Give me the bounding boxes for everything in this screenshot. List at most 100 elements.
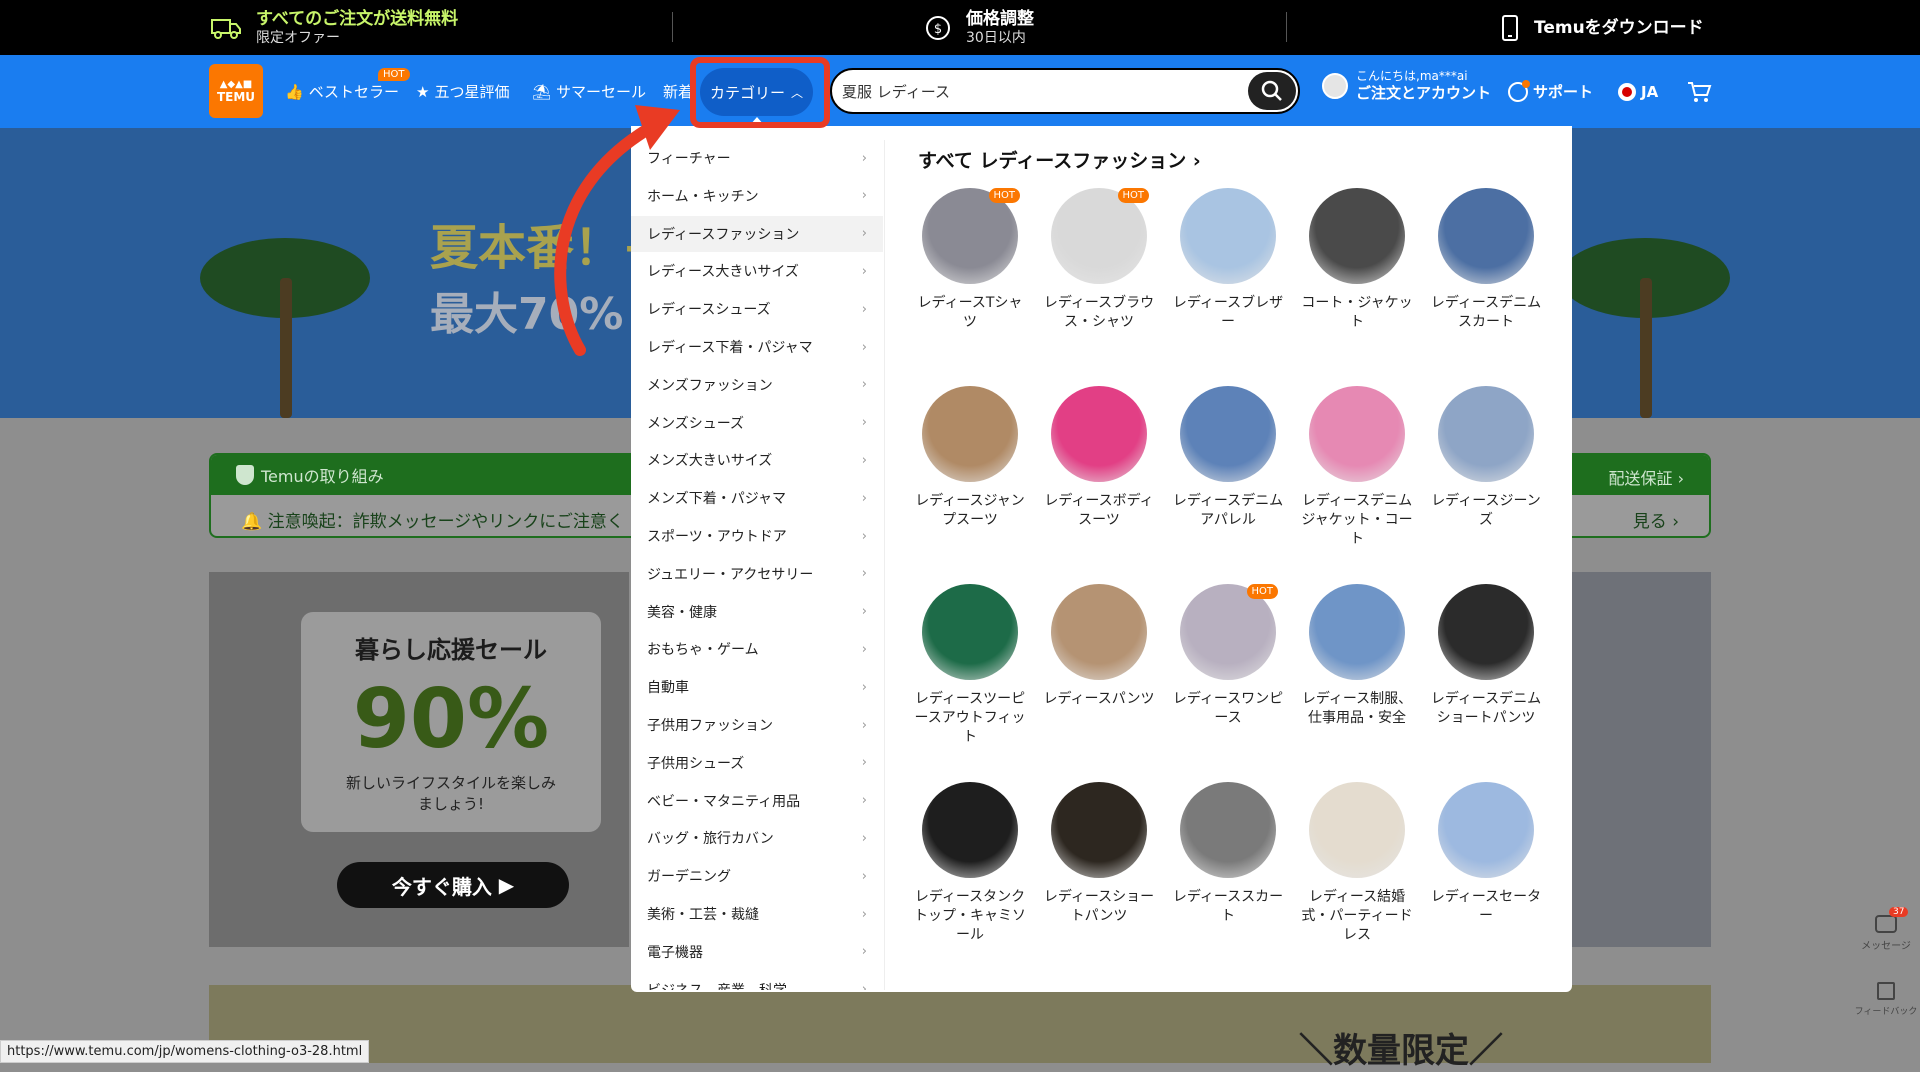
product-image [1051,584,1147,680]
buy-now-label: 今すぐ購入 [391,874,492,899]
category-item[interactable]: バッグ・旅行カバン › [631,820,883,856]
buy-now-button[interactable]: 今すぐ購入 ▶ [337,862,569,908]
subcategory-tile[interactable]: レディースツーピースアウトフィット [911,584,1029,747]
subcategory-panel: すべて レディースファッション › HOT レディースTシャツ HOT レディースブラ… [891,126,1571,992]
bottom-promo-strip[interactable]: ＼数量限定／ [209,985,1711,1071]
subcategory-tile[interactable]: レディースデニムジャケット・コート [1298,386,1416,549]
commitment-title: Temuの取り組み [261,467,384,486]
search-input[interactable] [842,70,1242,112]
category-item-label: 電子機器 [647,944,703,961]
shipping-subtitle: 限定オファー [256,29,340,46]
category-item[interactable]: 美術・工芸・裁縫 › [631,896,883,932]
category-item[interactable]: おもちゃ・ゲーム › [631,631,883,667]
subcategory-tile[interactable]: HOT レディースワンピース [1169,584,1287,728]
nav-bestseller[interactable]: 👍 ベストセラー HOT [285,55,410,128]
shipping-guarantee-label: 配送保証 [1608,469,1673,488]
product-image [1309,188,1405,284]
star-icon: ★ [416,82,430,101]
subcategory-tile[interactable]: レディースジャンプスーツ [911,386,1029,530]
chevron-right-icon: › [861,226,867,242]
subcategory-tile[interactable]: コート・ジャケット [1298,188,1416,332]
divider [1286,12,1287,42]
product-image [1309,584,1405,680]
category-item[interactable]: メンズ大きいサイズ › [631,442,883,478]
nav-new-label: 新着 [663,83,693,101]
price-adjust-title: 価格調整 [966,8,1034,29]
subcategory-tile[interactable]: レディースブレザー [1169,188,1287,332]
subcategory-tile[interactable]: レディーススカート [1169,782,1287,926]
category-item[interactable]: ビジネス、産業、科学 › [631,972,883,990]
right-promo-image[interactable] [1570,572,1711,947]
subcategory-label: レディースセーター [1430,889,1542,924]
chevron-right-icon: › [861,944,867,960]
messages-label: メッセージ [1861,941,1911,952]
subcategory-tile[interactable]: レディースセーター [1427,782,1545,926]
category-item[interactable]: ベビー・マタニティ用品 › [631,783,883,819]
category-item[interactable]: ガーデニング › [631,858,883,894]
sale-promo-card[interactable]: 暮らし応援セール 90% 新しいライフスタイルを楽しみましょう! 今すぐ購入 ▶ [209,572,629,947]
chevron-right-icon: › [861,641,867,657]
chevron-right-icon: › [861,679,867,695]
subcategory-tile[interactable]: HOT レディースTシャツ [911,188,1029,332]
category-item[interactable]: メンズファッション › [631,367,883,403]
subcategory-tile[interactable]: レディースジーンズ [1427,386,1545,530]
subcategory-tile[interactable]: レディースデニムスカート [1427,188,1545,332]
subcategory-label: レディース結婚式・パーティードレス [1301,889,1413,943]
feedback-label: フィードバック [1854,1007,1918,1017]
chevron-right-icon: › [861,566,867,582]
category-item[interactable]: 自動車 › [631,669,883,705]
subcategory-tile[interactable]: レディースボディスーツ [1040,386,1158,530]
chevron-right-icon: › [861,868,867,884]
chevron-right-icon: › [861,415,867,431]
all-category-title: すべて レディースファッション [918,150,1187,172]
nav-five-star[interactable]: ★ 五つ星評価 [416,55,509,128]
subcategory-label: レディースジャンプスーツ [915,493,1025,528]
subcategory-tile[interactable]: レディース結婚式・パーティードレス [1298,782,1416,945]
chevron-right-icon: › [861,339,867,355]
hot-badge: HOT [378,68,410,81]
shipping-guarantee-link[interactable]: 配送保証 › [1609,465,1685,489]
feedback-button[interactable]: フィードバック [1852,982,1920,1017]
download-app-link[interactable]: Temuをダウンロード [1500,0,1704,55]
highlight-box [690,57,830,128]
category-item-label: メンズ下着・パジャマ [647,491,787,508]
price-adjust-promo[interactable]: $ 価格調整 30日以内 [924,0,1034,55]
category-item[interactable]: ジュエリー・アクセサリー › [631,556,883,592]
temu-logo[interactable]: ▲◆▲■ TEMU [209,64,263,118]
search-button[interactable] [1248,72,1296,110]
subcategory-tile[interactable]: HOT レディースブラウス・シャツ [1040,188,1158,332]
subcategory-tile[interactable]: レディースタンクトップ・キャミソール [911,782,1029,945]
product-image: HOT [922,188,1020,284]
category-item[interactable]: スポーツ・アウトドア › [631,518,883,554]
subcategory-label: レディースワンピース [1172,691,1284,726]
category-item[interactable]: メンズ下着・パジャマ › [631,480,883,516]
support-link[interactable]: サポート [1508,55,1593,128]
chevron-right-icon: › [861,528,867,544]
subcategory-tile[interactable]: レディースショートパンツ [1040,782,1158,926]
category-item[interactable]: 子供用ファッション › [631,707,883,743]
messages-button[interactable]: 37 メッセージ [1852,907,1920,952]
language-selector[interactable]: JA [1618,55,1658,128]
subcategory-tile[interactable]: レディース制服、仕事用品・安全 [1298,584,1416,728]
subcategory-tile[interactable]: レディースパンツ [1040,584,1158,709]
japan-flag-icon [1618,82,1636,101]
see-more-link[interactable]: 見る › [1633,507,1679,532]
category-item[interactable]: 電子機器 › [631,934,883,970]
subcategory-tile[interactable]: レディースデニムアパレル [1169,386,1287,530]
chevron-right-icon: › [861,830,867,846]
free-shipping-promo[interactable]: すべてのご注文が送料無料 限定オファー [210,0,458,55]
category-item[interactable]: メンズシューズ › [631,405,883,441]
category-item[interactable]: 美容・健康 › [631,594,883,630]
category-item[interactable]: 子供用シューズ › [631,745,883,781]
truck-icon [211,18,241,39]
account-menu[interactable]: こんにちは,ma***ai ご注文とアカウント [1322,69,1491,102]
all-category-link[interactable]: すべて レディースファッション › [918,146,1201,173]
category-item-label: 子供用シューズ [647,755,745,772]
sale-box: 暮らし応援セール 90% 新しいライフスタイルを楽しみましょう! [301,612,601,832]
subcategory-tile[interactable]: レディースデニムショートパンツ [1427,584,1545,728]
category-item-label: ベビー・マタニティ用品 [647,793,801,810]
logo-text: TEMU [216,90,256,104]
price-adjust-subtitle: 30日以内 [966,29,1026,46]
cart-button[interactable] [1686,55,1712,128]
category-item-label: ガーデニング [647,869,731,886]
